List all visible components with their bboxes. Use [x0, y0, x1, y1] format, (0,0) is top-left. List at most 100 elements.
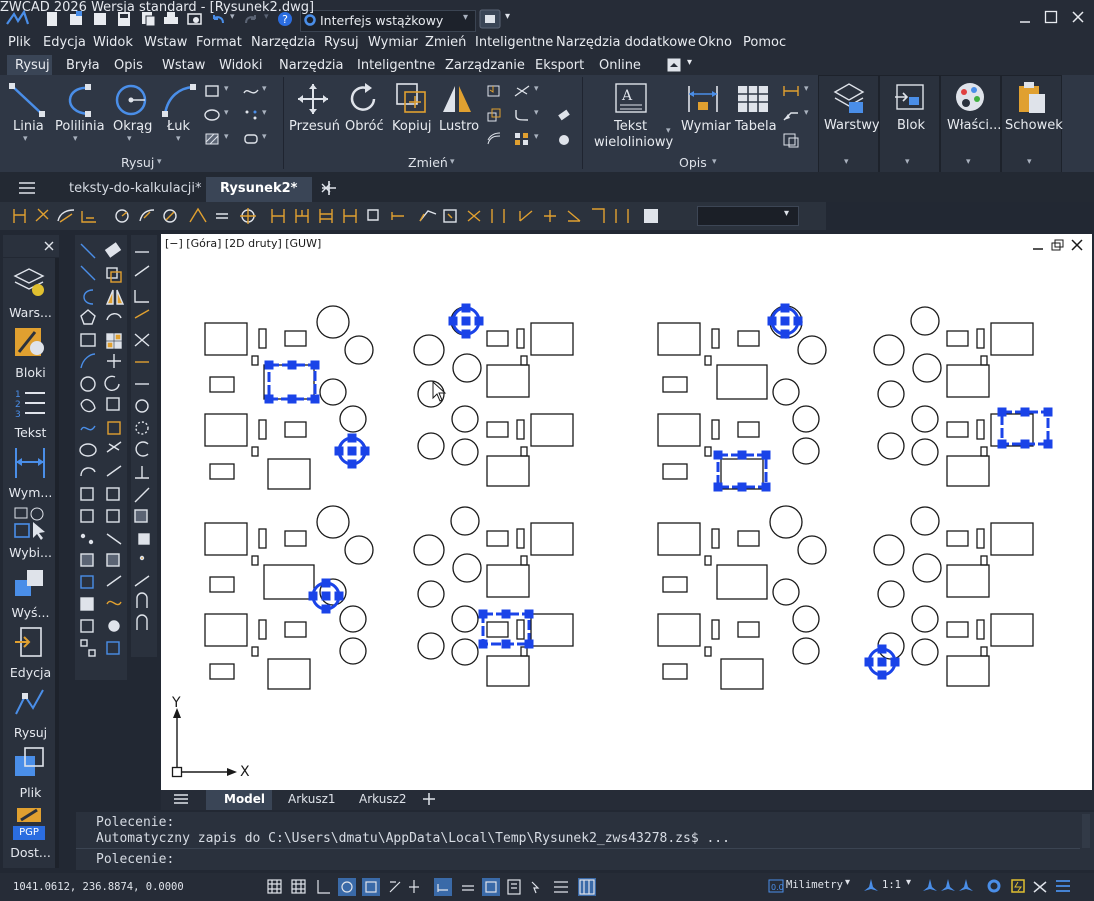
drawing-circle[interactable]: [912, 553, 942, 583]
drawing-rect[interactable]: [704, 555, 712, 566]
dimension-palette-icon[interactable]: [13, 446, 47, 480]
tab-inteligentne[interactable]: Inteligentne: [357, 58, 435, 73]
selection-grip[interactable]: [287, 360, 297, 370]
drawing-circle[interactable]: [792, 637, 820, 665]
menu-narzedzia-dodatkowe[interactable]: Narzędzia dodatkowe: [556, 35, 696, 50]
layers-palette-icon[interactable]: [13, 266, 47, 300]
menu-narzedzia[interactable]: Narzędzia: [251, 35, 316, 50]
selection-grip[interactable]: [737, 482, 747, 492]
drawing-rect[interactable]: [284, 330, 307, 347]
drawing-circle[interactable]: [452, 553, 482, 583]
workspace-select[interactable]: Interfejs wstążkowy ▾: [300, 10, 476, 32]
selection-grip[interactable]: [321, 604, 331, 614]
edit-palette-icon[interactable]: [13, 626, 47, 660]
draw-group-dropdown-icon[interactable]: ▾: [157, 157, 162, 167]
drawing-rect[interactable]: [486, 621, 509, 638]
selection-grip[interactable]: [321, 591, 331, 601]
table-style-icon[interactable]: [782, 132, 800, 148]
dimension-icon[interactable]: [686, 82, 720, 116]
selection-grip[interactable]: [780, 329, 790, 339]
drawing-rect[interactable]: [990, 322, 1034, 356]
drawing-circle[interactable]: [417, 432, 445, 460]
selection-grip[interactable]: [524, 609, 534, 619]
circle-icon[interactable]: [112, 82, 150, 118]
dimension-toolbar-icons[interactable]: [8, 206, 698, 226]
ellipse-dropdown-icon[interactable]: ▾: [224, 108, 229, 118]
ribbon-options-icon[interactable]: ▾: [687, 57, 692, 68]
mtext-button-line2[interactable]: wieloliniowy: [594, 135, 673, 150]
selection-grip[interactable]: [310, 360, 320, 370]
drawing-rect[interactable]: [530, 322, 574, 356]
circle-dropdown-icon[interactable]: ▾: [127, 134, 132, 144]
drawing-circle[interactable]: [769, 505, 803, 539]
menu-inteligentne[interactable]: Inteligentne: [475, 35, 553, 50]
drawing-rect[interactable]: [657, 522, 701, 556]
new-tab-icon[interactable]: [321, 180, 337, 196]
drawing-circle[interactable]: [339, 605, 367, 633]
drawing-rect[interactable]: [204, 322, 248, 356]
spline-dropdown-icon[interactable]: ▾: [262, 84, 267, 94]
drawing-rect[interactable]: [530, 413, 574, 447]
revcloud-dropdown-icon[interactable]: ▾: [262, 132, 267, 142]
drawing-rect[interactable]: [258, 328, 267, 349]
drawing-circle[interactable]: [316, 505, 350, 539]
properties-dropdown-icon[interactable]: ▾: [966, 157, 971, 167]
trim-dropdown-icon[interactable]: ▾: [534, 84, 539, 94]
copy-button[interactable]: Kopiuj: [392, 119, 432, 134]
table-button[interactable]: Tabela: [735, 119, 777, 134]
layout-tab-arkusz2[interactable]: Arkusz2: [359, 792, 407, 806]
annotation-scale[interactable]: 1:1: [882, 879, 901, 891]
palette-text[interactable]: Tekst: [3, 425, 58, 440]
point-icon[interactable]: [243, 108, 259, 122]
layers-panel[interactable]: Warstwy ▾: [818, 75, 880, 174]
hatch-dropdown-icon[interactable]: ▾: [224, 132, 229, 142]
close-left-panel-icon[interactable]: [43, 240, 55, 252]
drawing-rect[interactable]: [990, 522, 1034, 556]
drawing-rect[interactable]: [251, 355, 259, 366]
mtext-button-line1[interactable]: Tekst: [614, 119, 647, 134]
drawing-circle[interactable]: [451, 438, 479, 466]
modify-group-dropdown-icon[interactable]: ▾: [450, 157, 455, 167]
units-select[interactable]: Milimetry: [786, 879, 843, 891]
move-icon[interactable]: [296, 82, 330, 116]
drawing-rect[interactable]: [704, 646, 712, 657]
drawing-rect[interactable]: [284, 621, 307, 638]
drawing-rect[interactable]: [284, 421, 307, 438]
annotation-scale-icon[interactable]: [863, 878, 879, 894]
drawing-circle[interactable]: [873, 334, 905, 366]
drawing-rect[interactable]: [258, 419, 267, 440]
drawing-rect[interactable]: [251, 646, 259, 657]
layout-tab-model[interactable]: Model: [224, 792, 265, 806]
selection-grip[interactable]: [461, 329, 471, 339]
palette-select[interactable]: Wybi...: [3, 545, 58, 560]
close-window-icon[interactable]: [1071, 10, 1085, 24]
scale-dropdown-icon[interactable]: ▾: [906, 877, 911, 888]
drawing-rect[interactable]: [209, 663, 235, 680]
selection-grip[interactable]: [287, 394, 297, 404]
mirror-button[interactable]: Lustro: [439, 119, 479, 134]
text-palette-icon[interactable]: 123: [13, 386, 47, 420]
palette-more[interactable]: Dost...: [3, 845, 58, 860]
clipboard-button[interactable]: Schowek: [1005, 118, 1063, 133]
drawing-rect[interactable]: [737, 330, 760, 347]
fillet-dropdown-icon[interactable]: ▾: [534, 108, 539, 118]
drawing-rect[interactable]: [267, 658, 311, 690]
selection-target-rect[interactable]: [263, 364, 315, 400]
layers-button[interactable]: Warstwy: [824, 118, 880, 133]
selection-target-rect[interactable]: [716, 564, 768, 600]
draw-palette-icon[interactable]: [13, 686, 47, 720]
selection-target-rect[interactable]: [263, 564, 315, 600]
polyline-icon[interactable]: [58, 82, 96, 118]
drawing-rect[interactable]: [520, 555, 528, 566]
drawing-rect[interactable]: [657, 413, 701, 447]
drawing-circle[interactable]: [772, 578, 800, 606]
drawing-rect[interactable]: [737, 421, 760, 438]
palette-extract[interactable]: Wyś...: [3, 605, 58, 620]
drawing-rect[interactable]: [704, 355, 712, 366]
ribbon-minimize-icon[interactable]: [667, 58, 681, 72]
selection-grip[interactable]: [877, 657, 887, 667]
drawing-circle[interactable]: [873, 534, 905, 566]
status-right-icons[interactable]: [922, 878, 1082, 896]
arc-icon[interactable]: [160, 82, 198, 118]
drawing-rect[interactable]: [737, 530, 760, 547]
